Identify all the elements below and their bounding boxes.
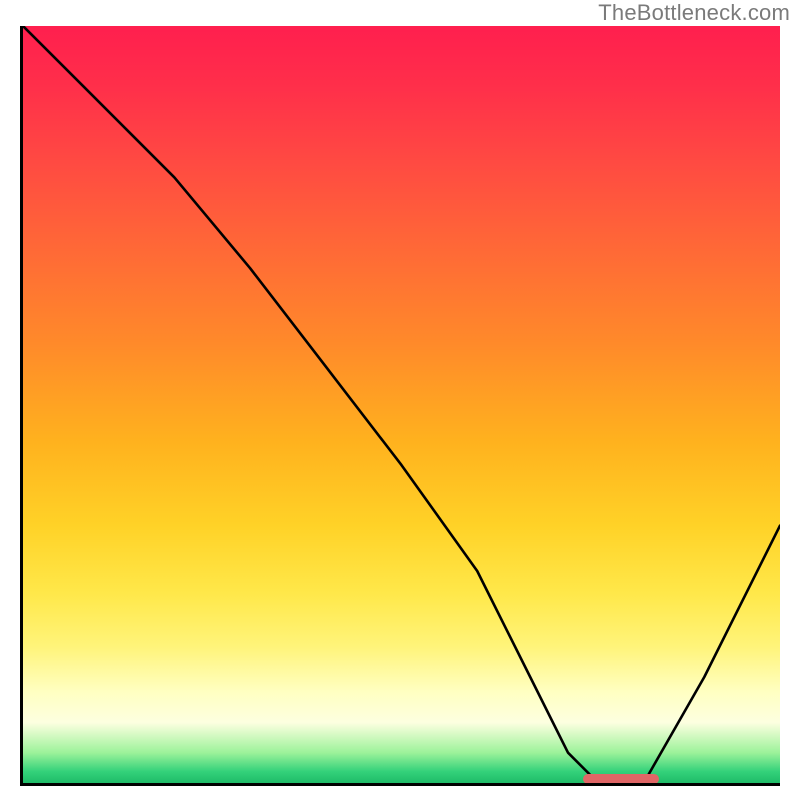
curve-path <box>23 26 780 783</box>
optimal-range-marker <box>583 774 659 784</box>
plot-area <box>20 26 780 786</box>
chart-stage: TheBottleneck.com <box>0 0 800 800</box>
watermark-text: TheBottleneck.com <box>598 0 790 26</box>
bottleneck-curve <box>23 26 780 783</box>
